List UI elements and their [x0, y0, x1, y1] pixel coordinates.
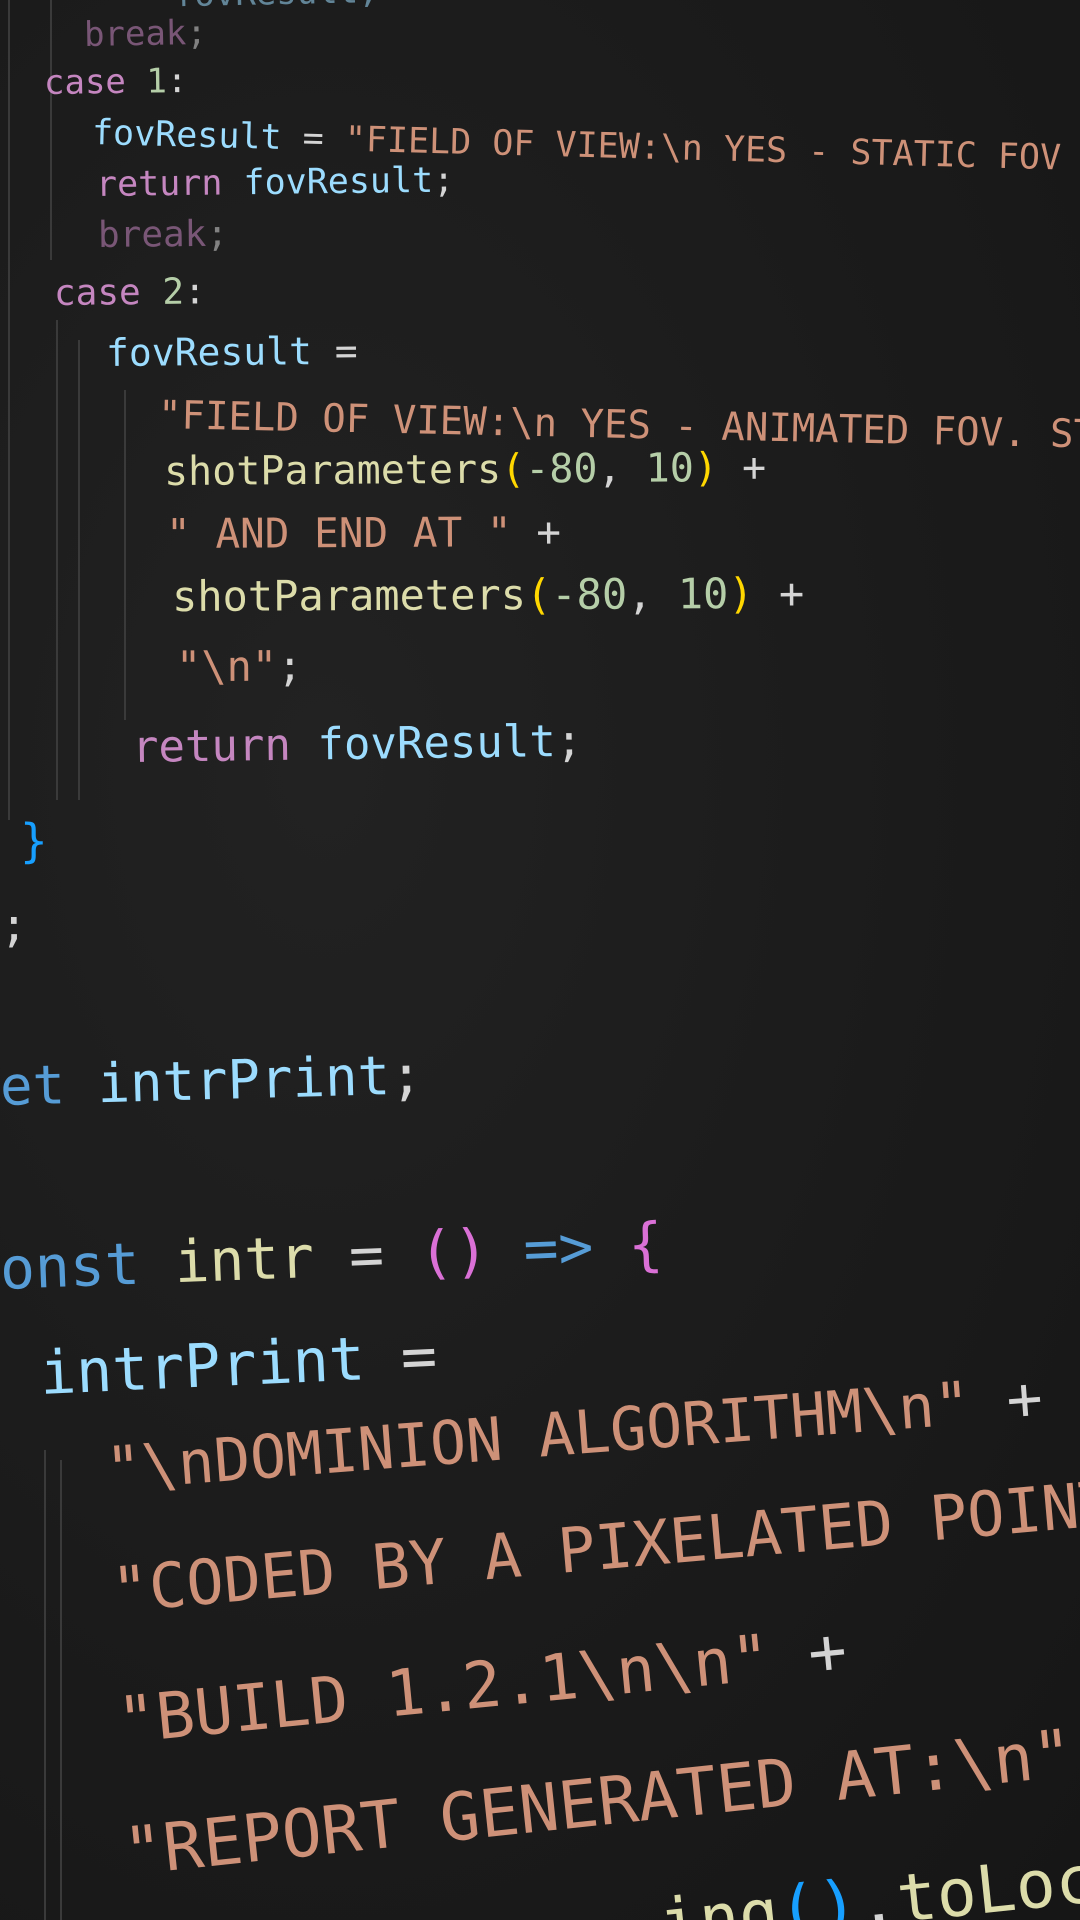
code-token: + [511, 507, 562, 557]
indent-guide [124, 390, 126, 720]
code-token: ing [655, 1873, 783, 1920]
code-token: fovResult [243, 160, 434, 204]
code-token: -80 [551, 569, 628, 620]
code-token: () [417, 1216, 490, 1287]
code-token: = [311, 328, 358, 374]
code-line[interactable]: fovResult = [105, 328, 358, 375]
code-line[interactable]: return fovResult; [95, 160, 455, 205]
indent-guide [50, 0, 52, 260]
code-token: , [627, 569, 678, 619]
code-token: break [83, 13, 187, 55]
code-token: break [97, 213, 207, 256]
code-line[interactable]: "BUILD 1.2.1\n\n" + [114, 1614, 850, 1759]
code-token: : [166, 61, 188, 102]
code-token: ; [555, 715, 583, 768]
code-token: case [53, 271, 163, 314]
code-token: + [717, 444, 767, 492]
code-line[interactable]: ; [0, 902, 28, 948]
code-token: () [774, 1865, 862, 1920]
code-token: intrPrint [38, 1324, 367, 1409]
code-token: 10 [645, 445, 694, 492]
code-line[interactable]: shotParameters(-80, 10) + [163, 444, 767, 495]
code-token: ) [728, 568, 754, 619]
code-token: 2 [162, 271, 185, 313]
code-line[interactable]: break; [83, 12, 208, 55]
code-line[interactable]: intrPrint = [38, 1321, 438, 1409]
code-token: 1 [146, 61, 168, 102]
code-line[interactable]: ing().toLocale [655, 1828, 1080, 1920]
code-token: return [95, 163, 244, 205]
code-token: -80 [525, 445, 598, 493]
indent-guide [78, 340, 80, 800]
code-line[interactable]: } [20, 818, 48, 864]
code-line[interactable]: "\n"; [176, 642, 303, 691]
code-line[interactable]: onst intr = () => { [0, 1210, 664, 1303]
code-token: ; [206, 213, 229, 255]
code-editor[interactable]: fovResult;break;case 1:fovResult = "FIEL… [0, 0, 1080, 1920]
code-token: : [183, 271, 206, 313]
code-token: } [20, 814, 48, 868]
code-token: = [312, 1218, 421, 1291]
code-line[interactable]: case 2: [53, 271, 206, 314]
code-line[interactable]: fovResult; [92, 0, 378, 15]
code-token: onst [0, 1228, 176, 1303]
code-token: = [281, 117, 346, 160]
code-token: ; [389, 1043, 424, 1108]
code-token: ; [185, 12, 208, 54]
code-token: ; [277, 641, 303, 691]
code-token: fovResult [105, 329, 313, 375]
code-line[interactable]: shotParameters(-80, 10) + [171, 569, 804, 621]
code-token: 10 [677, 569, 729, 619]
code-line[interactable]: et intrPrint; [0, 1043, 423, 1118]
code-line[interactable]: case 1: [43, 61, 188, 103]
code-token: shotParameters [163, 446, 502, 495]
code-token: => [487, 1210, 630, 1285]
code-token: , [597, 445, 646, 492]
code-token: "BUILD 1.2.1\n\n" [114, 1621, 774, 1759]
code-token: " AND END AT " [165, 508, 512, 558]
code-token: fovResult [317, 716, 557, 771]
code-token: ; [432, 160, 455, 201]
code-line[interactable]: return fovResult; [131, 716, 583, 773]
code-token: et [0, 1052, 99, 1118]
code-token: "FIELD OF VIEW:\n YES - STATIC FOV OF [344, 119, 1080, 181]
code-token: + [753, 568, 805, 618]
indent-guide [56, 320, 58, 800]
indent-guide [8, 0, 10, 820]
code-token: ( [500, 446, 526, 493]
code-token: ) [693, 445, 719, 492]
code-token: { [626, 1209, 665, 1279]
indent-guide [44, 1450, 46, 1920]
code-token: shotParameters [171, 570, 527, 621]
code-token: return [131, 719, 318, 773]
code-line[interactable]: " AND END AT " + [166, 508, 561, 558]
code-token: + [967, 1363, 1046, 1439]
code-token: + [766, 1613, 851, 1695]
code-token: = [363, 1321, 439, 1395]
code-token: fovResult [91, 113, 283, 158]
code-line[interactable]: break; [97, 213, 229, 256]
indent-guide [60, 1460, 62, 1920]
code-token: ; [0, 898, 28, 952]
code-token: toLocale [893, 1828, 1080, 1920]
code-token: ( [525, 570, 552, 620]
code-token: intrPrint [96, 1044, 391, 1116]
code-token: "\n" [175, 641, 278, 691]
code-token: intr [173, 1222, 316, 1297]
code-token: case [43, 61, 147, 103]
